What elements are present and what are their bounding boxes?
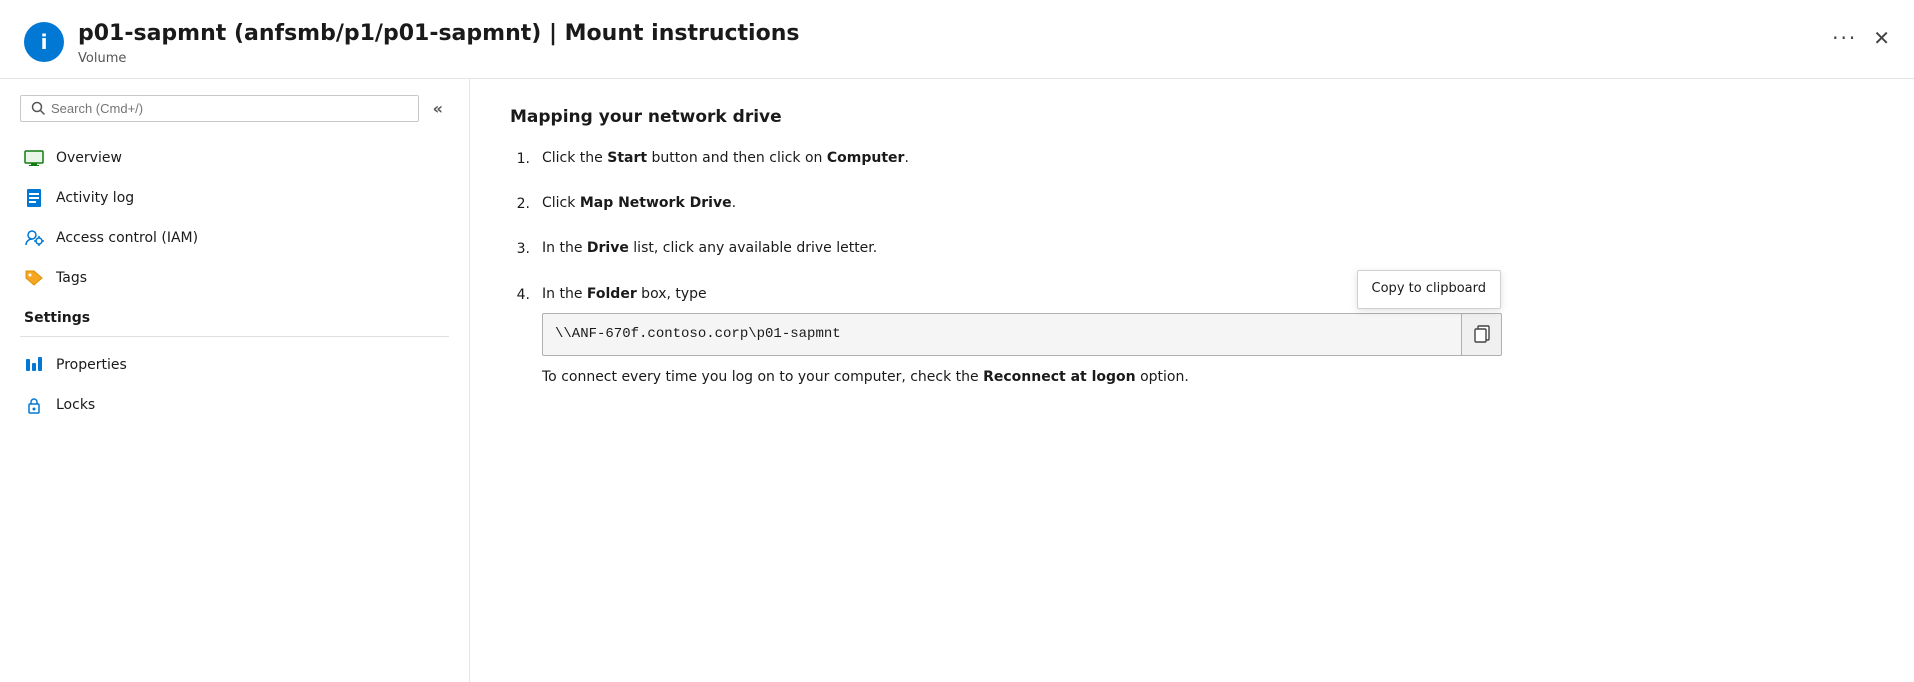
reconnect-note: To connect every time you log on to your… bbox=[542, 366, 1442, 388]
step-2-text: Click Map Network Drive. bbox=[542, 192, 1874, 214]
instruction-step-3: 3. In the Drive list, click any availabl… bbox=[510, 237, 1874, 260]
resource-icon: i bbox=[24, 22, 64, 62]
settings-section-header: Settings bbox=[0, 298, 469, 332]
locks-icon bbox=[26, 396, 42, 414]
copy-to-clipboard-button[interactable] bbox=[1461, 314, 1501, 354]
sidebar-item-tags[interactable]: Tags bbox=[0, 258, 469, 298]
page-title: p01-sapmnt (anfsmb/p1/p01-sapmnt) | Moun… bbox=[78, 20, 799, 49]
search-input[interactable] bbox=[51, 101, 408, 116]
folder-path-container: \\ANF-670f.contoso.corp\p01-sapmnt Copy … bbox=[542, 313, 1502, 355]
sidebar-item-iam[interactable]: Access control (IAM) bbox=[0, 218, 469, 258]
folder-path-value: \\ANF-670f.contoso.corp\p01-sapmnt bbox=[543, 314, 1461, 354]
step-1-num: 1. bbox=[510, 148, 530, 170]
page-subtitle: Volume bbox=[78, 51, 799, 66]
copy-icon bbox=[1473, 325, 1491, 343]
activity-log-label: Activity log bbox=[56, 190, 134, 206]
properties-label: Properties bbox=[56, 357, 127, 373]
header-actions: ··· ✕ bbox=[1832, 20, 1890, 50]
tags-icon bbox=[24, 269, 44, 287]
instruction-step-4: 4. In the Folder box, type \\ANF-670f.co… bbox=[510, 283, 1874, 388]
instructions-list: 1. Click the Start button and then click… bbox=[510, 147, 1874, 388]
close-button[interactable]: ✕ bbox=[1873, 28, 1890, 48]
collapse-sidebar-button[interactable]: « bbox=[427, 95, 449, 122]
step-3-num: 3. bbox=[510, 238, 530, 260]
step-1-text: Click the Start button and then click on… bbox=[542, 147, 1874, 169]
header-text-block: p01-sapmnt (anfsmb/p1/p01-sapmnt) | Moun… bbox=[78, 20, 799, 66]
step-3-text: In the Drive list, click any available d… bbox=[542, 237, 1874, 259]
instruction-step-1: 1. Click the Start button and then click… bbox=[510, 147, 1874, 170]
settings-divider bbox=[20, 336, 449, 337]
copy-tooltip: Copy to clipboard bbox=[1357, 270, 1501, 309]
sidebar-item-activity-log[interactable]: Activity log bbox=[0, 178, 469, 218]
iam-icon bbox=[24, 229, 44, 247]
sidebar-item-overview[interactable]: Overview bbox=[0, 138, 469, 178]
sidebar: « Overview Activity bbox=[0, 79, 470, 682]
step-2-num: 2. bbox=[510, 193, 530, 215]
search-icon bbox=[31, 101, 45, 115]
search-box[interactable] bbox=[20, 95, 419, 122]
step-4-text: In the Folder box, type \\ANF-670f.conto… bbox=[542, 283, 1874, 388]
body: « Overview Activity bbox=[0, 79, 1914, 682]
instruction-step-2: 2. Click Map Network Drive. bbox=[510, 192, 1874, 215]
overview-label: Overview bbox=[56, 150, 122, 166]
tags-label: Tags bbox=[56, 270, 87, 286]
step-4-num: 4. bbox=[510, 284, 530, 306]
activity-log-icon bbox=[26, 188, 42, 208]
iam-label: Access control (IAM) bbox=[56, 230, 198, 246]
sidebar-item-locks[interactable]: Locks bbox=[0, 385, 469, 425]
overview-icon bbox=[24, 150, 44, 166]
instructions-title: Mapping your network drive bbox=[510, 107, 1874, 127]
page-header: i p01-sapmnt (anfsmb/p1/p01-sapmnt) | Mo… bbox=[0, 0, 1914, 79]
main-content: Mapping your network drive 1. Click the … bbox=[470, 79, 1914, 682]
properties-icon bbox=[25, 356, 43, 374]
locks-label: Locks bbox=[56, 397, 95, 413]
search-area: « bbox=[0, 95, 469, 138]
sidebar-item-properties[interactable]: Properties bbox=[0, 345, 469, 385]
more-options-button[interactable]: ··· bbox=[1832, 26, 1857, 50]
